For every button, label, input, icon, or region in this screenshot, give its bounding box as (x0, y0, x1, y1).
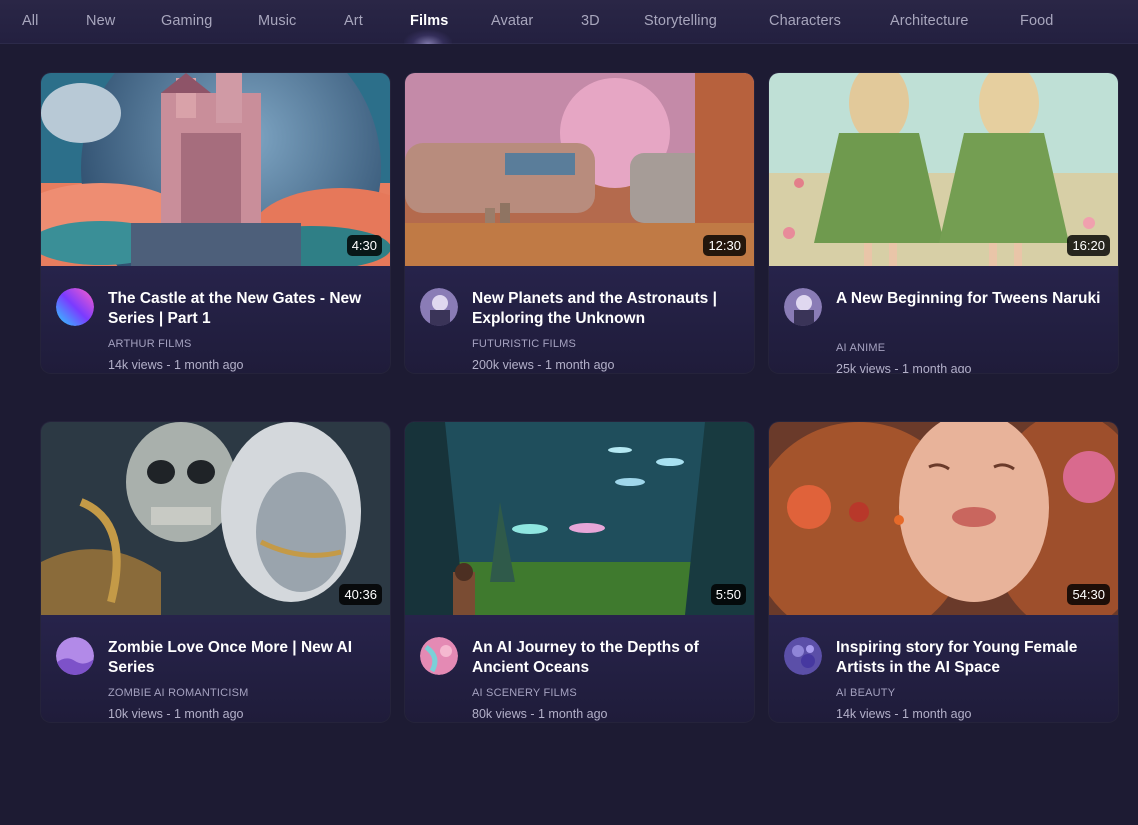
video-thumbnail[interactable]: 54:30 (769, 422, 1118, 615)
figure-avatar-image (784, 288, 822, 326)
tab-new[interactable]: New (86, 13, 115, 29)
video-title[interactable]: Inspiring story for Young Female Artists… (836, 638, 1106, 678)
pink-abstract-avatar-image (420, 637, 458, 675)
video-title[interactable]: An AI Journey to the Depths of Ancient O… (472, 638, 742, 678)
channel-avatar[interactable] (784, 288, 822, 326)
video-card[interactable]: 54:30 Inspiring story for Young Female A… (769, 422, 1118, 722)
video-duration: 4:30 (346, 235, 382, 256)
video-stats: 10k views - 1 month ago (108, 707, 244, 721)
tab-films[interactable]: Films (410, 13, 448, 29)
channel-name[interactable]: FUTURISTIC FILMS (472, 338, 576, 350)
tab-all[interactable]: All (22, 13, 38, 29)
video-duration: 12:30 (703, 235, 746, 256)
video-title[interactable]: Zombie Love Once More | New AI Series (108, 638, 378, 678)
video-title[interactable]: A New Beginning for Tweens Naruki (836, 289, 1106, 309)
tab-food[interactable]: Food (1020, 13, 1053, 29)
channel-name[interactable]: ARTHUR FILMS (108, 338, 191, 350)
video-title[interactable]: New Planets and the Astronauts | Explori… (472, 289, 742, 329)
purple-landscape-avatar-image (56, 637, 94, 675)
video-duration: 40:36 (339, 584, 382, 605)
channel-avatar[interactable] (784, 637, 822, 675)
gradient-orb-avatar-image (56, 288, 94, 326)
video-duration: 5:50 (710, 584, 746, 605)
desert-train-planet-image (405, 73, 754, 266)
tab-avatar[interactable]: Avatar (491, 13, 533, 29)
tab-art[interactable]: Art (344, 13, 363, 29)
video-thumbnail[interactable]: 16:20 (769, 73, 1118, 266)
video-thumbnail[interactable]: 40:36 (41, 422, 390, 615)
channel-name[interactable]: ZOMBIE AI ROMANTICISM (108, 687, 249, 699)
tab-3d[interactable]: 3D (581, 13, 600, 29)
video-stats: 80k views - 1 month ago (472, 707, 608, 721)
video-card[interactable]: 5:50 An AI Journey to the Depths of Anci… (405, 422, 754, 722)
tab-architecture[interactable]: Architecture (890, 13, 969, 29)
channel-avatar[interactable] (56, 288, 94, 326)
flower-field-girls-image (769, 73, 1118, 266)
underwater-saucers-image (405, 422, 754, 615)
video-card[interactable]: 16:20 A New Beginning for Tweens Naruki … (769, 73, 1118, 373)
channel-name[interactable]: AI BEAUTY (836, 687, 895, 699)
channel-avatar[interactable] (56, 637, 94, 675)
skeleton-couple-image (41, 422, 390, 615)
dreaming-woman-image (769, 422, 1118, 615)
video-card[interactable]: 12:30 New Planets and the Astronauts | E… (405, 73, 754, 373)
tab-characters[interactable]: Characters (769, 13, 841, 29)
figure-avatar-image (420, 288, 458, 326)
tab-music[interactable]: Music (258, 13, 296, 29)
video-title[interactable]: The Castle at the New Gates - New Series… (108, 289, 378, 329)
channel-avatar[interactable] (420, 637, 458, 675)
active-tab-indicator (404, 30, 452, 44)
castle-planet-image (41, 73, 390, 266)
video-stats: 14k views - 1 month ago (836, 707, 972, 721)
video-stats: 25k views - 1 month ago (836, 362, 972, 373)
category-tab-bar: All New Gaming Music Art Films Avatar 3D… (0, 0, 1138, 44)
video-thumbnail[interactable]: 5:50 (405, 422, 754, 615)
channel-name[interactable]: AI SCENERY FILMS (472, 687, 577, 699)
video-duration: 54:30 (1067, 584, 1110, 605)
tab-gaming[interactable]: Gaming (161, 13, 212, 29)
video-thumbnail[interactable]: 4:30 (41, 73, 390, 266)
video-card[interactable]: 4:30 The Castle at the New Gates - New S… (41, 73, 390, 373)
video-card[interactable]: 40:36 Zombie Love Once More | New AI Ser… (41, 422, 390, 722)
violet-floral-avatar-image (784, 637, 822, 675)
channel-avatar[interactable] (420, 288, 458, 326)
video-stats: 14k views - 1 month ago (108, 358, 244, 372)
video-stats: 200k views - 1 month ago (472, 358, 615, 372)
tab-storytelling[interactable]: Storytelling (644, 13, 717, 29)
channel-name[interactable]: AI ANIME (836, 342, 885, 354)
video-thumbnail[interactable]: 12:30 (405, 73, 754, 266)
video-duration: 16:20 (1067, 235, 1110, 256)
